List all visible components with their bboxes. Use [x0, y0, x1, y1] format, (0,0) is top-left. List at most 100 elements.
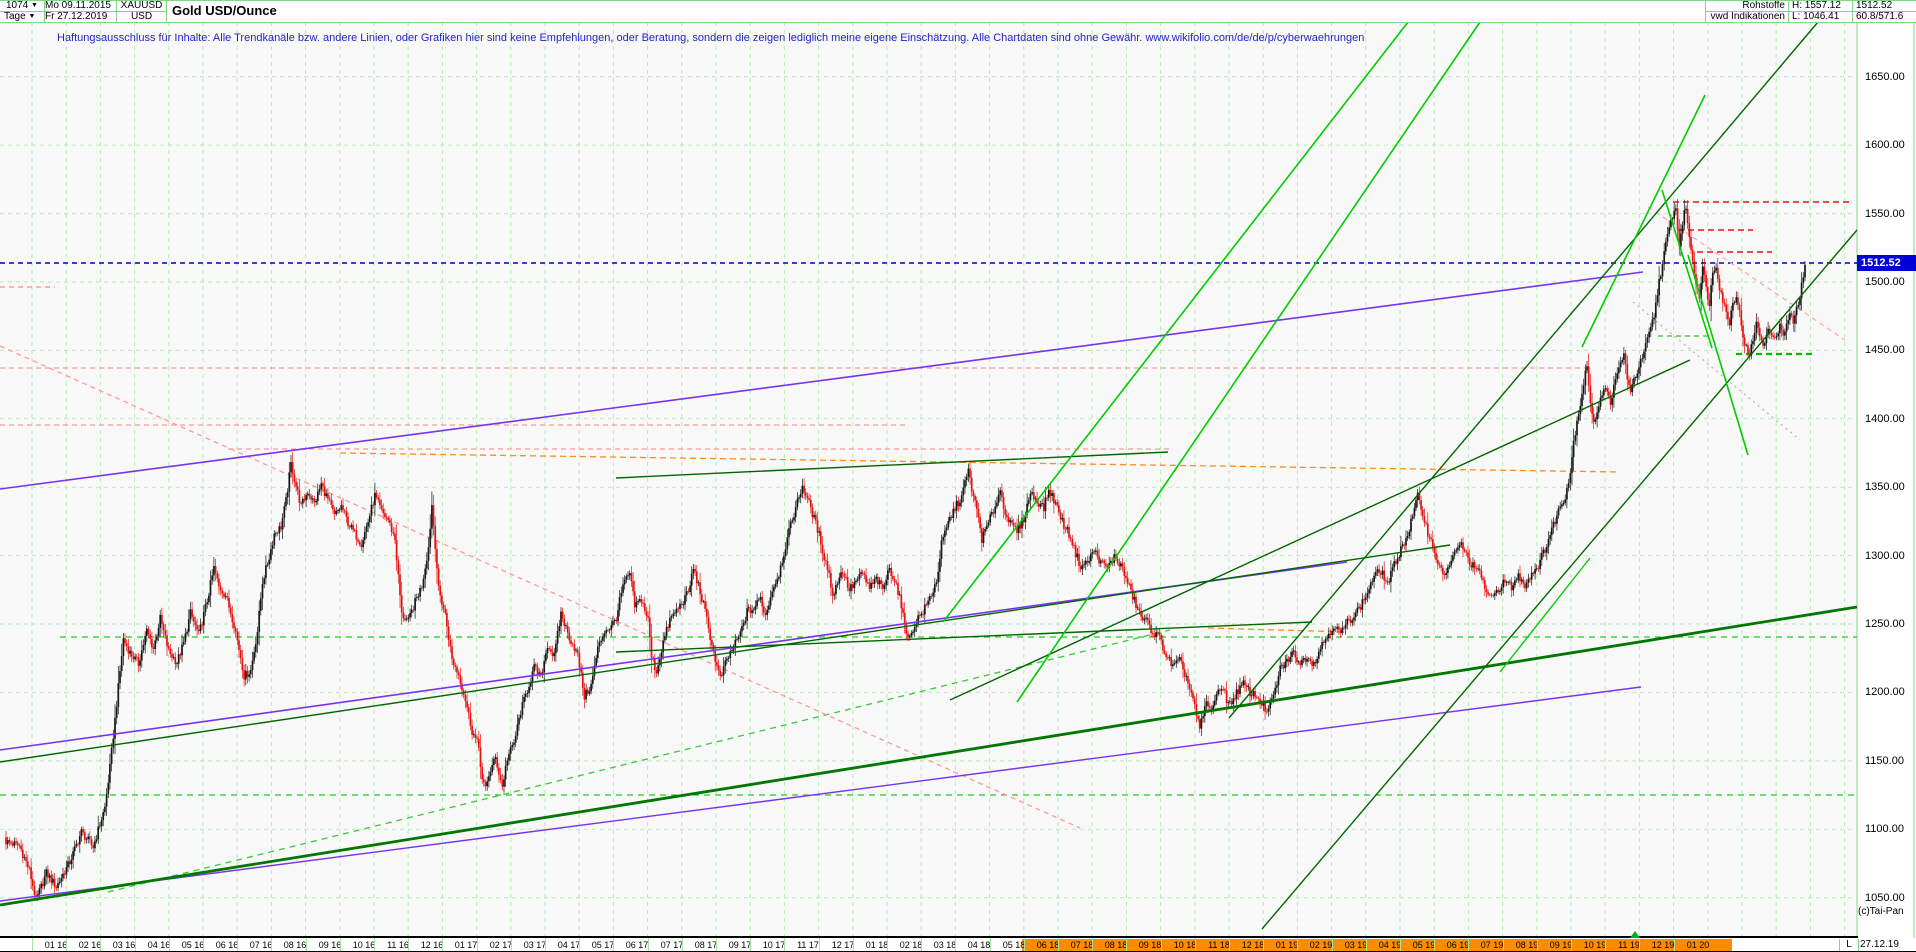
month-tick — [340, 938, 341, 951]
last-date-label: 27.12.19 — [1860, 939, 1916, 951]
price-axis-label: 1300.00 — [1865, 550, 1915, 562]
month-tick — [648, 938, 649, 951]
header-top-border — [0, 0, 1916, 1]
month-label: 04 17 — [558, 939, 581, 951]
header-divider — [44, 0, 45, 22]
month-tick — [1537, 938, 1538, 951]
last-price-label: 1512.52 — [1856, 0, 1916, 11]
month-tick — [511, 938, 512, 951]
month-tick — [32, 938, 33, 951]
month-tick — [853, 938, 854, 951]
month-tick — [135, 938, 136, 951]
month-tick — [477, 938, 478, 951]
month-tick — [1400, 938, 1401, 951]
month-label: 12 19 — [1652, 939, 1675, 951]
month-tick — [271, 938, 272, 951]
chevron-down-icon: ▼ — [31, 2, 38, 9]
month-label: 09 18 — [1139, 939, 1162, 951]
month-tick — [1092, 938, 1093, 951]
last-price-badge: 1512.52 — [1857, 255, 1916, 271]
month-label: 02 16 — [79, 939, 102, 951]
month-label: 01 18 — [866, 939, 889, 951]
month-tick — [1161, 938, 1162, 951]
month-label: 07 16 — [250, 939, 273, 951]
month-label: 01 16 — [45, 939, 68, 951]
month-label: 09 16 — [319, 939, 342, 951]
copyright-label: (c)Tai-Pan — [1858, 906, 1916, 917]
month-label: 04 16 — [148, 939, 171, 951]
month-label: 10 18 — [1174, 939, 1197, 951]
month-label: 08 18 — [1105, 939, 1128, 951]
month-label: 12 16 — [421, 939, 444, 951]
month-label: 10 17 — [763, 939, 786, 951]
month-label: 08 16 — [284, 939, 307, 951]
price-axis-label: 1500.00 — [1865, 276, 1915, 288]
month-label: 10 16 — [353, 939, 376, 951]
month-tick — [784, 938, 785, 951]
month-label: 03 18 — [934, 939, 957, 951]
month-label: 05 18 — [1003, 939, 1026, 951]
symbol-currency: USD — [117, 11, 166, 22]
month-label: 01 17 — [455, 939, 478, 951]
source-label: vwd Indikationen — [1600, 11, 1789, 22]
month-label: 05 16 — [182, 939, 205, 951]
month-tick — [1332, 938, 1333, 951]
month-label: 06 16 — [216, 939, 239, 951]
date-axis[interactable]: 01 1602 1603 1604 1605 1606 1607 1608 16… — [0, 938, 1916, 952]
chevron-down-icon: ▼ — [28, 13, 35, 20]
price-axis-label: 1650.00 — [1865, 71, 1915, 83]
month-tick — [1639, 938, 1640, 951]
category-label: Rohstoffe — [1600, 0, 1789, 11]
month-tick — [1468, 938, 1469, 951]
month-label: 07 17 — [661, 939, 684, 951]
taipan-chart-window: { "header": { "bars_count": "1074", "per… — [0, 0, 1916, 952]
month-tick — [1229, 938, 1230, 951]
month-tick — [1297, 938, 1298, 951]
month-label: 11 16 — [387, 939, 409, 951]
month-label: 02 17 — [490, 939, 513, 951]
period-dropdown[interactable]: Tage ▼ — [0, 11, 47, 22]
month-tick — [1503, 938, 1504, 951]
price-chart-canvas[interactable] — [0, 0, 1916, 952]
header-divider — [1852, 0, 1853, 22]
month-tick — [955, 938, 956, 951]
indicator-values-label: 60.8/571.6 — [1856, 11, 1916, 22]
month-tick — [1263, 938, 1264, 951]
price-axis-label: 1050.00 — [1865, 892, 1915, 904]
header-divider — [1788, 0, 1789, 22]
header-divider — [116, 0, 117, 22]
month-tick — [1126, 938, 1127, 951]
month-tick — [442, 938, 443, 951]
date-marker-triangle-icon — [1630, 931, 1640, 938]
end-date-field[interactable]: Fr 27.12.2019 — [45, 11, 115, 22]
month-label: 04 19 — [1379, 939, 1402, 951]
chart-title: Gold USD/Ounce — [172, 0, 285, 22]
month-tick — [237, 938, 238, 951]
month-label: 11 17 — [797, 939, 819, 951]
bars-count-dropdown[interactable]: 1074 ▼ — [0, 0, 49, 11]
period-high-label: H: 1557.12 — [1792, 0, 1850, 11]
month-tick — [819, 938, 820, 951]
month-tick — [1571, 938, 1572, 951]
month-label: 11 19 — [1618, 939, 1640, 951]
month-label: 08 19 — [1516, 939, 1539, 951]
scale-toggle-button[interactable]: L — [1839, 939, 1859, 951]
month-label: 08 17 — [695, 939, 718, 951]
disclaimer-text: Haftungsausschluss für Inhalte: Alle Tre… — [57, 32, 1364, 44]
month-tick — [545, 938, 546, 951]
period-low-label: L: 1046.41 — [1792, 11, 1850, 22]
price-axis-label: 1350.00 — [1865, 481, 1915, 493]
month-tick — [990, 938, 991, 951]
month-tick — [203, 938, 204, 951]
month-label: 06 19 — [1447, 939, 1470, 951]
month-tick — [1605, 938, 1606, 951]
month-label: 05 19 — [1413, 939, 1436, 951]
symbol-field[interactable]: XAUUSD — [117, 0, 166, 11]
month-tick — [1024, 938, 1025, 951]
month-tick — [374, 938, 375, 951]
month-tick — [169, 938, 170, 951]
month-label: 09 17 — [729, 939, 752, 951]
month-tick — [716, 938, 717, 951]
start-date-field[interactable]: Mo 09.11.2015 — [45, 0, 115, 11]
month-label: 03 17 — [524, 939, 547, 951]
